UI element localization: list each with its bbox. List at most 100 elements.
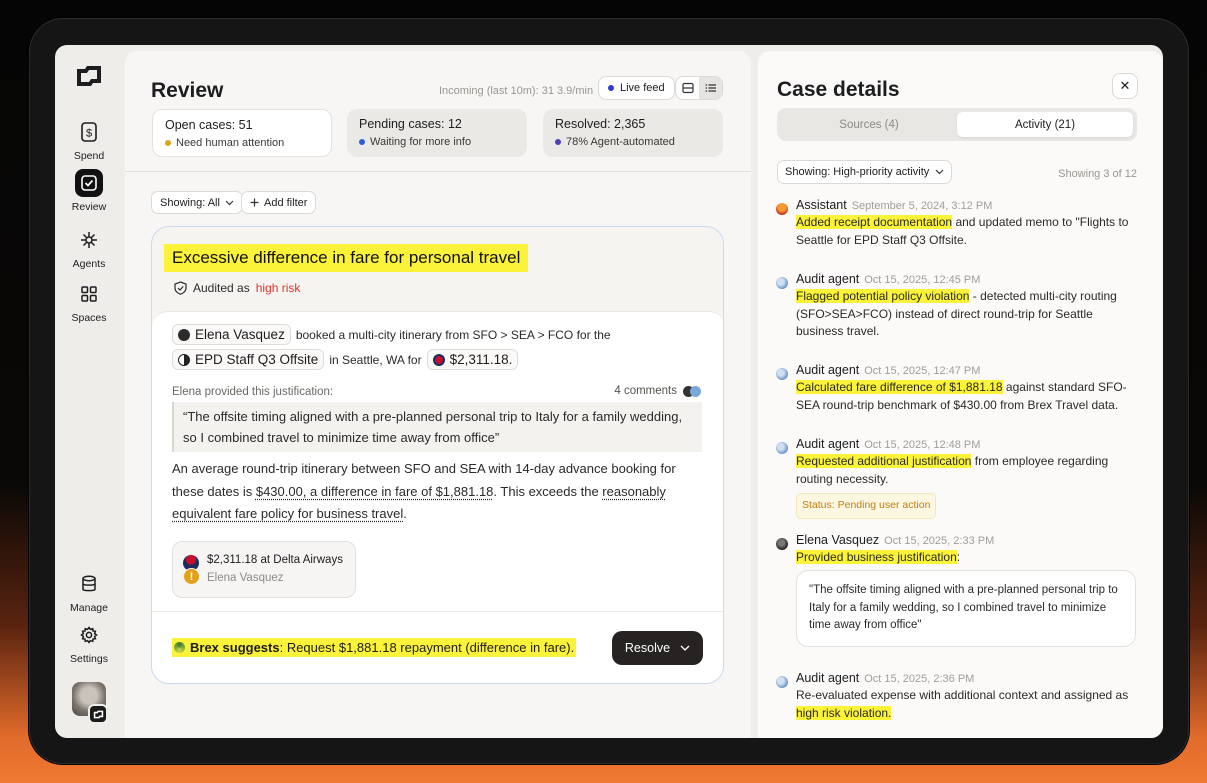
activity-highlight: Added receipt documentation — [796, 215, 953, 229]
activity-author: Assistant — [796, 198, 847, 212]
activity-highlight: Calculated fare difference of $1,881.18 — [796, 380, 1003, 394]
suggestion-bar: Brex suggests: Request $1,881.18 repayme… — [152, 611, 723, 683]
location-text: in Seattle, WA for — [329, 352, 422, 367]
details-tabs: Sources (4) Activity (21) — [777, 108, 1137, 141]
brex-suggestion: Brex suggests: Request $1,881.18 repayme… — [172, 638, 577, 657]
close-button[interactable]: ✕ — [1112, 73, 1138, 99]
sidebar-item-label: Manage — [70, 602, 108, 614]
audit-agent-avatar-icon — [776, 277, 788, 289]
list-view-icon[interactable] — [699, 77, 722, 99]
add-filter-button[interactable]: Add filter — [241, 191, 317, 214]
status-dot-icon — [359, 139, 365, 145]
employee-name: Elena Vasquez — [195, 327, 285, 342]
sidebar-item-settings[interactable]: Settings — [55, 621, 123, 665]
divider — [125, 171, 751, 172]
assistant-avatar-icon — [776, 203, 788, 215]
case-card[interactable]: Excessive difference in fare for persona… — [151, 226, 724, 684]
sidebar-item-label: Spaces — [71, 312, 107, 324]
activity-time: September 5, 2024, 3:12 PM — [851, 200, 993, 212]
sidebar: $ Spend Review Agents Spaces Manage Sett… — [55, 45, 123, 738]
activity-filter-label: Showing: High-priority activity — [785, 166, 930, 178]
employee-tag[interactable]: Elena Vasquez — [172, 324, 291, 345]
stat-open-cases[interactable]: Open cases: 51 Need human attention — [152, 109, 332, 157]
plus-icon — [250, 198, 259, 207]
stat-pending-cases[interactable]: Pending cases: 12 Waiting for more info — [347, 109, 527, 157]
incoming-rate: Incoming (last 10m): 31 3.9/min — [439, 85, 594, 97]
analysis-text-2: . This exceeds the — [493, 483, 599, 499]
amount-tag[interactable]: $2,311.18. — [426, 349, 519, 370]
review-panel: Review Incoming (last 10m): 31 3.9/min L… — [125, 51, 751, 738]
brex-badge-icon — [88, 704, 108, 724]
activity-time: Oct 15, 2025, 12:48 PM — [864, 439, 981, 451]
resolve-label: Resolve — [624, 641, 671, 655]
resolve-button[interactable]: Resolve — [612, 631, 703, 665]
receipt-amount: $2,311.18 at Delta Airways — [207, 554, 343, 566]
sidebar-item-label: Agents — [72, 258, 106, 270]
activity-highlight: Requested additional justification — [796, 454, 972, 468]
activity-filter-dropdown[interactable]: Showing: High-priority activity — [777, 160, 953, 184]
receipt-user: Elena Vasquez — [207, 572, 284, 584]
suggest-text: : Request $1,881.18 repayment (differenc… — [279, 640, 575, 655]
comments-link[interactable]: 4 comments — [614, 385, 701, 397]
svg-text:$: $ — [86, 128, 92, 140]
sidebar-item-label: Review — [71, 201, 107, 213]
activity-highlight: Provided business justification — [796, 550, 957, 564]
activity-highlight: Flagged potential policy violation — [796, 289, 970, 303]
activity-time: Oct 15, 2025, 2:33 PM — [884, 535, 995, 547]
close-icon: ✕ — [1119, 78, 1131, 93]
activity-text: Re-evaluated expense with additional con… — [796, 688, 1129, 702]
sidebar-item-manage[interactable]: Manage — [55, 570, 123, 614]
booked-text: booked a multi-city itinerary from SFO >… — [295, 327, 611, 342]
stat-sub: Waiting for more info — [370, 136, 472, 148]
justification-label: Elena provided this justification: — [172, 386, 334, 398]
activity-author: Audit agent — [796, 437, 860, 451]
stat-resolved[interactable]: Resolved: 2,365 78% Agent-automated — [543, 109, 723, 157]
justification-quote: “The offsite timing aligned with a pre-p… — [172, 402, 702, 452]
commenter-avatars-icon — [683, 385, 701, 397]
sidebar-item-spend[interactable]: $ Spend — [55, 118, 123, 162]
add-filter-label: Add filter — [264, 196, 308, 209]
sidebar-item-review[interactable]: Review — [55, 169, 123, 213]
stat-sub: 78% Agent-automated — [566, 136, 675, 148]
activity-author: Audit agent — [796, 671, 860, 685]
comments-count: 4 comments — [614, 385, 677, 397]
event-name: EPD Staff Q3 Offsite — [195, 352, 319, 367]
details-title: Case details — [777, 78, 900, 101]
case-summary-line-2: EPD Staff Q3 Offsite in Seattle, WA for … — [172, 349, 519, 370]
audited-label: Audited as — [193, 281, 250, 295]
justification-reply: "The offsite timing aligned with a pre-p… — [796, 570, 1136, 647]
live-feed-button[interactable]: Live feed — [598, 76, 675, 100]
tab-sources[interactable]: Sources (4) — [781, 112, 957, 137]
showing-filter-dropdown[interactable]: Showing: All — [151, 191, 243, 214]
user-avatar-icon — [776, 538, 788, 550]
stat-title: Pending cases: 12 — [359, 117, 462, 131]
activity-time: Oct 15, 2025, 2:36 PM — [864, 673, 975, 685]
stat-title: Open cases: 51 — [165, 118, 253, 132]
app-window: $ Spend Review Agents Spaces Manage Sett… — [55, 45, 1163, 738]
brex-logo-icon[interactable] — [75, 65, 103, 89]
risk-level: high risk — [255, 281, 301, 295]
check-square-icon — [75, 169, 103, 197]
audit-agent-avatar-icon — [776, 368, 788, 380]
chevron-down-icon — [935, 169, 944, 175]
sidebar-item-label: Spend — [73, 150, 105, 162]
case-analysis: An average round-trip itinerary between … — [172, 458, 707, 526]
card-view-icon[interactable] — [676, 77, 699, 99]
stat-sub: Need human attention — [176, 137, 285, 149]
case-body: Elena Vasquez booked a multi-city itiner… — [152, 311, 723, 611]
status-badge: Status: Pending user action — [796, 493, 937, 519]
sidebar-item-spaces[interactable]: Spaces — [55, 280, 123, 324]
fare-difference-link[interactable]: $430.00, a difference in fare of $1,881.… — [256, 484, 494, 499]
live-dot-icon — [608, 85, 614, 91]
chevron-down-icon — [680, 645, 690, 651]
warning-icon: ! — [183, 568, 200, 585]
receipt-card[interactable]: ! $2,311.18 at Delta Airways Elena Vasqu… — [172, 541, 356, 598]
event-tag[interactable]: EPD Staff Q3 Offsite — [172, 349, 325, 370]
audit-agent-avatar-icon — [776, 442, 788, 454]
status-dot-icon — [555, 139, 561, 145]
tab-activity[interactable]: Activity (21) — [957, 112, 1133, 137]
activity-time: Oct 15, 2025, 12:45 PM — [864, 274, 981, 286]
sidebar-item-agents[interactable]: Agents — [55, 226, 123, 270]
dollar-icon: $ — [75, 118, 103, 146]
status-dot-icon — [165, 140, 171, 146]
